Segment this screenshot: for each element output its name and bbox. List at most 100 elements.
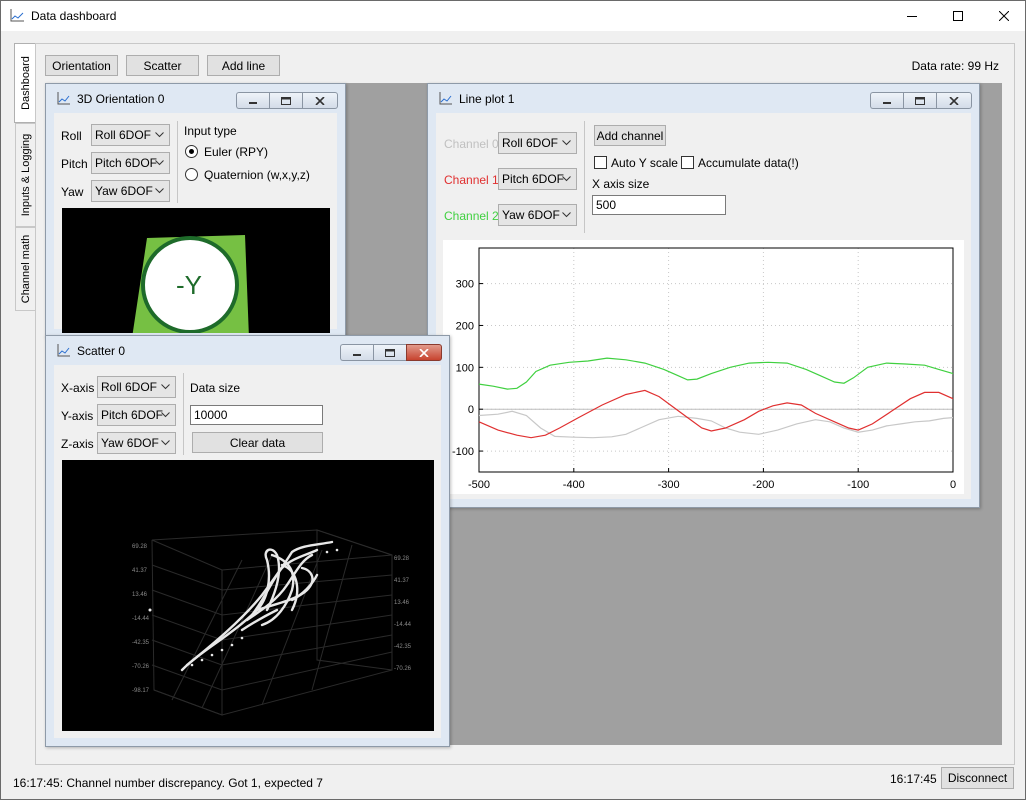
scatter-tick-label: 41.37: [394, 578, 410, 584]
orientation-separator: [177, 121, 178, 203]
accumulate-label: Accumulate data(!): [698, 156, 799, 170]
scatter-button[interactable]: Scatter: [126, 55, 199, 76]
disconnect-button[interactable]: Disconnect: [941, 767, 1014, 789]
channel-1-select[interactable]: Pitch 6DOF: [498, 168, 577, 190]
y-tick-label: 300: [456, 279, 474, 291]
scatter-minimize-button[interactable]: [340, 344, 373, 361]
lineplot-minimize-button[interactable]: [870, 92, 903, 109]
channel-0-select[interactable]: Roll 6DOF: [498, 132, 577, 154]
x-axis-label: X-axis: [61, 381, 95, 395]
data-size-input[interactable]: 10000: [190, 405, 323, 425]
scatter-tick-label: -42.35: [394, 644, 412, 650]
close-icon: [419, 348, 429, 357]
orientation-minimize-button[interactable]: [236, 92, 269, 109]
main-window: Data dashboard Dashboard Inputs & Loggin…: [0, 0, 1026, 800]
scatter-tick-label: 69.28: [394, 556, 410, 562]
roll-select-value: Roll 6DOF: [95, 128, 152, 142]
close-icon: [999, 11, 1009, 21]
scatter-tick-label: -70.26: [132, 664, 150, 670]
channel-2-label: Channel 2: [444, 209, 499, 223]
scatter-titlebar[interactable]: Scatter 0: [46, 336, 449, 364]
data-size-label: Data size: [190, 381, 241, 395]
orientation-window[interactable]: 3D Orientation 0 Roll Roll 6DOF Pitch Pi…: [45, 83, 346, 338]
pitch-label: Pitch: [61, 157, 88, 171]
chevron-down-icon: [161, 412, 170, 418]
window-titlebar: Data dashboard: [1, 1, 1025, 31]
tab-dashboard-label: Dashboard: [19, 56, 32, 110]
minimize-icon: [353, 353, 361, 356]
orientation-titlebar[interactable]: 3D Orientation 0: [46, 84, 345, 112]
lineplot-window[interactable]: Line plot 1 Channel 0 Roll 6DOF Channel …: [427, 83, 980, 508]
orientation-maximize-button[interactable]: [269, 92, 302, 109]
scatter-tick-label: -70.26: [394, 666, 412, 672]
chevron-down-icon: [161, 440, 170, 446]
x-tick-label: -300: [658, 479, 680, 491]
maximize-icon: [915, 96, 925, 105]
channel-2-select[interactable]: Yaw 6DOF: [498, 204, 577, 226]
scatter-tick-label: 13.46: [394, 600, 410, 606]
x-axis-size-input[interactable]: 500: [592, 195, 726, 215]
lineplot-maximize-button[interactable]: [903, 92, 936, 109]
z-axis-label: Z-axis: [61, 437, 94, 451]
channel-1-value: Pitch 6DOF: [502, 172, 565, 186]
channel-0-label: Channel 0: [444, 137, 499, 151]
orientation-close-button[interactable]: [302, 92, 338, 109]
euler-radio[interactable]: [185, 145, 198, 158]
scatter-window[interactable]: Scatter 0 X-axis Roll 6DOF Y-axis Pitch …: [45, 335, 450, 747]
z-axis-select[interactable]: Yaw 6DOF: [97, 432, 176, 454]
accumulate-checkbox[interactable]: [681, 156, 694, 169]
chevron-down-icon: [155, 132, 164, 138]
lineplot-close-button[interactable]: [936, 92, 972, 109]
chevron-down-icon: [562, 140, 571, 146]
yaw-select[interactable]: Yaw 6DOF: [91, 180, 170, 202]
pitch-select[interactable]: Pitch 6DOF: [91, 152, 170, 174]
minimize-icon: [883, 101, 891, 104]
scatter-separator: [183, 373, 184, 455]
roll-label: Roll: [61, 129, 82, 143]
x-axis-select[interactable]: Roll 6DOF: [97, 376, 176, 398]
add-line-button[interactable]: Add line: [207, 55, 280, 76]
tab-dashboard[interactable]: Dashboard: [14, 43, 36, 123]
y-axis-label: Y-axis: [61, 409, 94, 423]
channel-1-label: Channel 1: [444, 173, 499, 187]
quaternion-label: Quaternion (w,x,y,z): [204, 168, 310, 182]
clear-data-button[interactable]: Clear data: [192, 432, 323, 453]
scatter-close-button[interactable]: [406, 344, 442, 361]
orientation-title: 3D Orientation 0: [77, 92, 165, 106]
minimize-icon: [249, 101, 257, 104]
window-title: Data dashboard: [31, 9, 117, 23]
scatter-maximize-button[interactable]: [373, 344, 406, 361]
y-tick-label: 0: [468, 404, 474, 416]
add-channel-button[interactable]: Add channel: [594, 125, 666, 146]
auto-y-checkbox[interactable]: [594, 156, 607, 169]
chevron-down-icon: [155, 160, 164, 166]
x-tick-label: -500: [468, 479, 490, 491]
channel-0-value: Roll 6DOF: [502, 136, 559, 150]
roll-select[interactable]: Roll 6DOF: [91, 124, 170, 146]
data-rate-label: Data rate: 99 Hz: [911, 59, 999, 73]
orientation-button[interactable]: Orientation: [45, 55, 118, 76]
lineplot-titlebar[interactable]: Line plot 1: [428, 84, 979, 112]
maximize-button[interactable]: [935, 1, 981, 31]
channel-2-value: Yaw 6DOF: [502, 208, 560, 222]
tab-channel-math[interactable]: Channel math: [15, 227, 35, 311]
minimize-button[interactable]: [889, 1, 935, 31]
orientation-3d-view: -Y: [62, 208, 330, 333]
tab-channel-math-label: Channel math: [19, 234, 32, 304]
scatter-tick-label: -98.17: [132, 688, 150, 694]
status-message: 16:17:45: Channel number discrepancy. Go…: [13, 776, 323, 790]
z-axis-value: Yaw 6DOF: [101, 436, 159, 450]
chevron-down-icon: [562, 176, 571, 182]
chart-window-icon: [57, 344, 70, 357]
quaternion-radio[interactable]: [185, 168, 198, 181]
chevron-down-icon: [155, 188, 164, 194]
maximize-icon: [385, 348, 395, 357]
data-size-value: 10000: [194, 408, 228, 422]
close-button[interactable]: [981, 1, 1026, 31]
line-chart: -500 -400 -300 -200 -100 0 300 200 100 0 -100: [443, 240, 964, 494]
scatter-3d-view: 69.2841.3713.46-14.44-42.35-70.26-98.17 …: [62, 460, 434, 731]
y-axis-select[interactable]: Pitch 6DOF: [97, 404, 176, 426]
tab-inputs-logging[interactable]: Inputs & Logging: [15, 123, 35, 227]
close-icon: [949, 96, 959, 105]
euler-label: Euler (RPY): [204, 145, 269, 159]
